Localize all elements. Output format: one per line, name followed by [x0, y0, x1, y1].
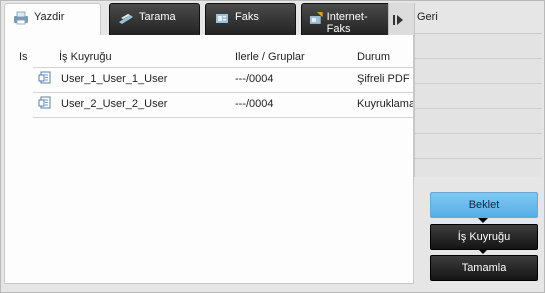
column-header-job-queue: İş Kuyruğu	[59, 51, 112, 63]
tab-print-label: Yazdir	[34, 11, 65, 23]
back-button-label: Geri	[417, 11, 438, 23]
document-icon	[38, 96, 51, 109]
next-tab-icon	[393, 15, 403, 25]
hold-button[interactable]: Beklet	[430, 192, 538, 218]
tab-fax-label: Faks	[235, 11, 259, 23]
back-button[interactable]: Geri	[415, 3, 542, 34]
tab-scroll-right-button[interactable]	[388, 3, 414, 36]
row-divider	[33, 117, 413, 118]
empty-slot	[415, 109, 542, 134]
down-arrow-icon	[478, 218, 488, 223]
empty-slot	[415, 159, 542, 183]
job-queue-button-label: İş Kuyruğu	[457, 231, 511, 243]
tab-scan[interactable]: Tarama	[109, 3, 200, 36]
column-header-progress: Ilerle / Gruplar	[235, 51, 305, 63]
empty-slot	[415, 84, 542, 109]
complete-button-label: Tamamla	[461, 262, 507, 274]
empty-slot	[415, 59, 542, 84]
tab-fax[interactable]: Faks	[205, 3, 296, 36]
job-name: User_2_User_2_User	[61, 98, 168, 110]
job-status-panel: Is İş Kuyruğu Ilerle / Gruplar Durum Use…	[4, 35, 414, 284]
empty-slot	[415, 134, 542, 159]
document-icon	[38, 71, 51, 84]
job-status: Şifreli PDF	[357, 73, 410, 85]
table-row[interactable]: User_2_User_2_User ---/0004 Kuyruklama	[5, 93, 414, 117]
fax-icon	[216, 14, 228, 23]
job-queue-button[interactable]: İş Kuyruğu	[430, 224, 538, 250]
column-header-status: Durum	[357, 51, 391, 63]
hold-button-label: Beklet	[468, 199, 500, 211]
job-progress: ---/0004	[235, 73, 274, 85]
empty-slot	[415, 34, 542, 59]
tab-internet-fax[interactable]: Internet-Faks	[301, 3, 391, 36]
table-row[interactable]: User_1_User_1_User ---/0004 Şifreli PDF	[5, 68, 414, 92]
internet-fax-icon	[309, 12, 323, 24]
job-name: User_1_User_1_User	[61, 73, 168, 85]
job-status: Kuyruklama	[357, 98, 413, 110]
complete-button[interactable]: Tamamla	[430, 255, 538, 281]
mode-tabs: Yazdir Tarama Faks Internet-Faks	[4, 3, 414, 36]
tab-print[interactable]: Yazdir	[4, 3, 101, 36]
job-progress: ---/0004	[235, 98, 274, 110]
tab-internet-fax-label: Internet-Faks	[326, 11, 368, 35]
side-panel: Geri	[414, 3, 542, 177]
tab-scan-label: Tarama	[139, 11, 176, 23]
printer-icon	[14, 11, 28, 25]
column-header-is: Is	[19, 51, 28, 63]
scanner-icon	[119, 14, 133, 24]
down-arrow-icon	[478, 249, 488, 254]
